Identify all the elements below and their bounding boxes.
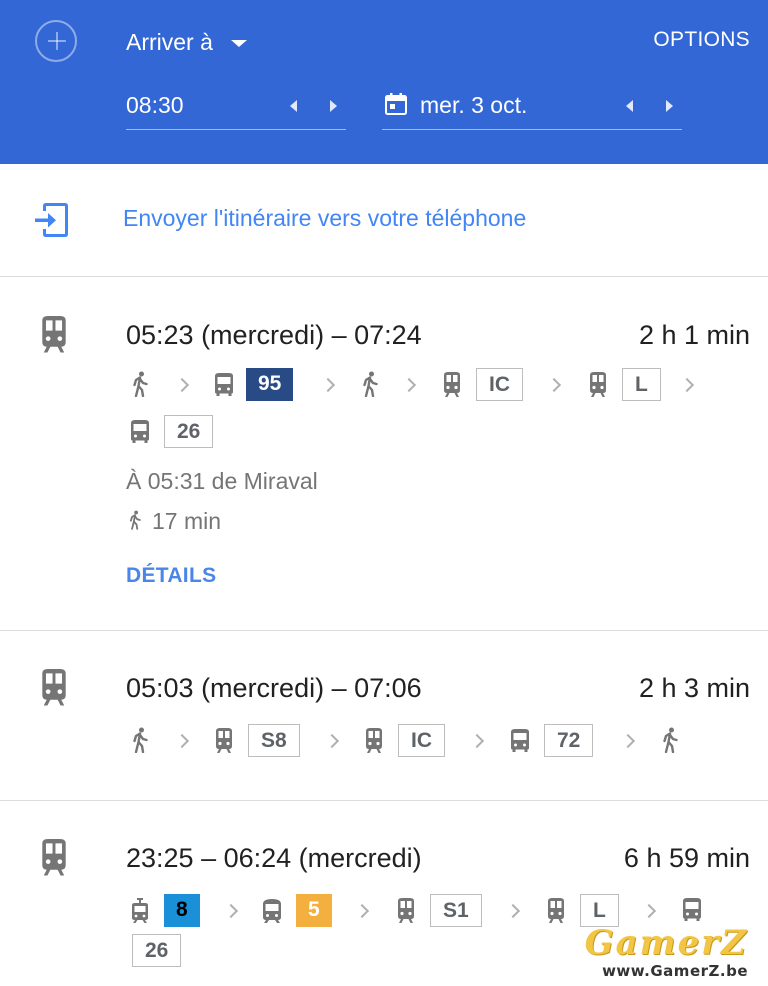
walk-icon — [128, 371, 152, 397]
tram-icon — [128, 898, 152, 924]
send-to-phone-icon — [35, 203, 68, 237]
bus-icon — [680, 897, 704, 923]
step-bus-26: 26 — [132, 934, 182, 967]
train-icon — [394, 898, 418, 924]
chevron-right-icon — [642, 903, 654, 921]
step-train-l: L — [586, 368, 661, 401]
chevron-right-icon — [355, 903, 367, 921]
line-badge: L — [622, 368, 661, 401]
subway-icon — [260, 898, 284, 924]
route-card-2[interactable]: 05:03 (mercredi) – 07:06 2 h 3 min S8 IC… — [0, 631, 768, 801]
step-train-ic: IC — [362, 724, 445, 757]
chevron-right-icon — [325, 733, 337, 751]
step-tram-8: 8 — [128, 894, 200, 927]
route-steps: S8 IC 72 — [126, 724, 726, 764]
chevron-right-icon — [680, 377, 692, 395]
train-icon — [36, 839, 72, 877]
departure-info: À 05:31 de Miraval — [126, 468, 318, 494]
line-badge: IC — [398, 724, 445, 757]
watermark-logo: GamerZ — [584, 923, 748, 963]
route-duration: 6 h 59 min — [623, 843, 750, 873]
chevron-right-icon — [621, 733, 633, 751]
watermark: GamerZ www.GamerZ.be — [585, 924, 748, 980]
line-badge: 5 — [296, 894, 332, 927]
chevron-down-icon — [230, 40, 247, 47]
step-train-ic: IC — [440, 368, 523, 401]
time-next-arrow-icon[interactable] — [324, 95, 342, 117]
chevron-right-icon — [224, 903, 236, 921]
train-icon — [544, 898, 568, 924]
directions-header: Arriver à OPTIONS 08:30 mer. 3 oct. — [0, 0, 768, 164]
chevron-right-icon — [321, 377, 333, 395]
route-card-1[interactable]: 05:23 (mercredi) – 07:24 2 h 1 min 95 IC… — [0, 278, 768, 631]
bus-icon — [128, 419, 152, 445]
date-next-arrow-icon[interactable] — [660, 95, 678, 117]
mode-label: Arriver à — [126, 28, 213, 55]
train-icon — [36, 316, 72, 354]
line-badge: 26 — [132, 934, 182, 967]
step-bus-72: 72 — [508, 724, 594, 757]
line-badge: 26 — [164, 415, 214, 448]
watermark-url: www.GamerZ.be — [602, 962, 748, 980]
route-duration: 2 h 3 min — [638, 673, 750, 703]
step-train-s1: S1 — [394, 894, 482, 927]
line-badge: S8 — [248, 724, 300, 757]
calendar-icon — [385, 93, 407, 115]
route-duration: 2 h 1 min — [638, 320, 750, 350]
train-icon — [36, 669, 72, 707]
chevron-right-icon — [547, 377, 559, 395]
line-badge: 72 — [544, 724, 594, 757]
date-field[interactable]: mer. 3 oct. — [382, 84, 682, 130]
date-prev-arrow-icon[interactable] — [622, 95, 640, 117]
chevron-right-icon — [470, 733, 482, 751]
train-icon — [440, 372, 464, 398]
date-value[interactable]: mer. 3 oct. — [420, 92, 527, 119]
route-times: 23:25 – 06:24 (mercredi) — [126, 843, 422, 873]
bus-icon — [508, 728, 532, 754]
line-badge: 95 — [246, 368, 294, 401]
walk-time: 17 min — [152, 508, 222, 534]
walk-icon — [128, 727, 152, 753]
add-destination-button[interactable] — [35, 20, 77, 62]
chevron-right-icon — [402, 377, 414, 395]
chevron-right-icon — [175, 377, 187, 395]
time-field[interactable]: 08:30 — [126, 84, 346, 130]
time-value[interactable]: 08:30 — [126, 92, 184, 119]
line-badge: S1 — [430, 894, 482, 927]
line-badge: IC — [476, 368, 523, 401]
walk-icon — [658, 727, 682, 753]
step-train-s8: S8 — [212, 724, 300, 757]
send-to-phone-label: Envoyer l'itinéraire vers votre téléphon… — [123, 205, 527, 231]
walk-icon — [126, 508, 144, 532]
route-steps: 95 IC L 26 — [126, 368, 726, 458]
route-times: 05:03 (mercredi) – 07:06 — [126, 673, 422, 703]
step-bus-26: 26 — [128, 415, 214, 448]
bus-icon — [212, 372, 236, 398]
chevron-right-icon — [506, 903, 518, 921]
time-prev-arrow-icon[interactable] — [286, 95, 304, 117]
arrive-by-select[interactable]: Arriver à — [126, 26, 247, 58]
walk-time-row: 17 min — [126, 508, 221, 535]
train-icon — [212, 728, 236, 754]
send-to-phone-row[interactable]: Envoyer l'itinéraire vers votre téléphon… — [0, 164, 768, 277]
step-subway-5: 5 — [260, 894, 332, 927]
walk-icon — [358, 371, 382, 397]
train-icon — [362, 728, 386, 754]
options-button[interactable]: OPTIONS — [653, 28, 750, 52]
chevron-right-icon — [175, 733, 187, 751]
route-times: 05:23 (mercredi) – 07:24 — [126, 320, 422, 350]
step-bus-95: 95 — [212, 368, 294, 401]
details-link[interactable]: DÉTAILS — [126, 564, 216, 588]
train-icon — [586, 372, 610, 398]
line-badge: 8 — [164, 894, 200, 927]
